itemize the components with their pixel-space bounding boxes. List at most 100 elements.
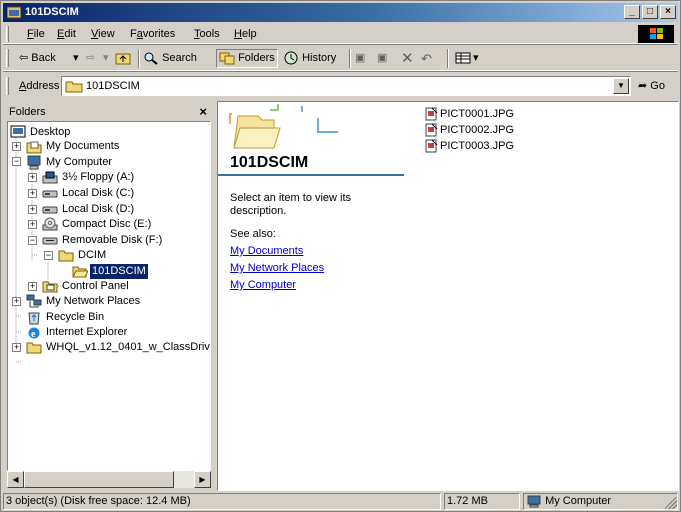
computer-icon bbox=[527, 495, 541, 508]
jpg-file-icon bbox=[425, 107, 438, 121]
up-folder-icon bbox=[115, 53, 131, 65]
address-bar: Address 101DSCIM ▼ ➦ Go bbox=[3, 74, 678, 98]
folder-tree-scrollbar[interactable]: ◀ ▶ bbox=[7, 471, 211, 488]
search-icon bbox=[144, 52, 158, 65]
folders-button[interactable]: Folders bbox=[216, 49, 278, 68]
expand-local-disk-d-button[interactable]: + bbox=[28, 205, 37, 214]
jpg-file-icon bbox=[425, 139, 438, 153]
forward-button[interactable]: ⇨ bbox=[86, 49, 95, 68]
menu-view[interactable]: View bbox=[91, 28, 115, 40]
collapse-dcim-button[interactable]: − bbox=[44, 251, 53, 260]
folder-heading: 101DSCIM bbox=[230, 154, 309, 171]
menu-tools[interactable]: Tools bbox=[194, 28, 220, 40]
maximize-button[interactable]: □ bbox=[642, 5, 658, 19]
addressbar-grip[interactable] bbox=[6, 77, 9, 95]
heading-rule bbox=[218, 174, 404, 176]
folder-banner-graphic bbox=[229, 104, 338, 149]
close-pane-icon[interactable]: × bbox=[199, 105, 207, 118]
control-panel-icon bbox=[42, 281, 58, 293]
recycle-bin-icon bbox=[28, 312, 40, 325]
removable-disk-icon bbox=[42, 237, 58, 245]
expand-my-documents-button[interactable]: + bbox=[12, 142, 21, 151]
collapse-removable-disk-button[interactable]: − bbox=[28, 236, 37, 245]
menu-favorites[interactable]: Favorites bbox=[130, 28, 175, 40]
my-documents-icon bbox=[26, 141, 42, 154]
menubar-grip[interactable] bbox=[6, 26, 9, 42]
search-button[interactable]: Search bbox=[143, 49, 197, 68]
see-also-label: See also: bbox=[230, 228, 276, 240]
views-icon bbox=[455, 52, 471, 64]
scroll-left-button[interactable]: ◀ bbox=[7, 471, 24, 488]
address-dropdown-button[interactable]: ▼ bbox=[613, 78, 629, 94]
toolbar-grip[interactable] bbox=[6, 49, 9, 67]
jpg-file-icon bbox=[425, 123, 438, 137]
address-label: Address bbox=[19, 80, 60, 92]
link-my-computer[interactable]: My Computer bbox=[230, 279, 296, 291]
delete-button[interactable]: ✕ bbox=[401, 49, 414, 68]
explorer-window: 101DSCIM _ □ × File Edit View Favorites … bbox=[0, 0, 681, 512]
menu-file[interactable]: File bbox=[27, 28, 45, 40]
history-button[interactable]: History bbox=[283, 49, 336, 68]
expand-floppy-button[interactable]: + bbox=[28, 173, 37, 182]
expand-my-network-places-button[interactable]: + bbox=[12, 297, 21, 306]
svg-text:e: e bbox=[31, 329, 36, 340]
folder-open-icon bbox=[72, 266, 88, 278]
computer-icon bbox=[27, 155, 41, 170]
scroll-thumb[interactable] bbox=[24, 471, 174, 488]
views-button[interactable] bbox=[455, 49, 471, 68]
up-folder-button[interactable] bbox=[115, 49, 131, 68]
link-my-network-places[interactable]: My Network Places bbox=[230, 262, 324, 274]
folder-icon bbox=[58, 250, 74, 262]
status-size: 1.72 MB bbox=[444, 493, 520, 510]
desktop-icon bbox=[10, 125, 26, 138]
expand-compact-disc-button[interactable]: + bbox=[28, 220, 37, 229]
status-zone: My Computer bbox=[523, 493, 678, 510]
move-to-button[interactable]: ▣ bbox=[355, 49, 365, 68]
back-dropdown[interactable]: ▾ bbox=[73, 49, 79, 68]
folders-icon bbox=[219, 52, 235, 65]
folders-pane-title: Folders bbox=[9, 106, 46, 118]
status-bar: 3 object(s) (Disk free space: 12.4 MB) 1… bbox=[3, 492, 678, 510]
description-text: Select an item to view its description. bbox=[230, 192, 352, 217]
close-button[interactable]: × bbox=[660, 5, 676, 19]
resize-grip[interactable] bbox=[665, 497, 677, 509]
status-object-count: 3 object(s) (Disk free space: 12.4 MB) bbox=[3, 493, 441, 510]
copy-to-button[interactable]: ▣ bbox=[377, 49, 387, 68]
go-arrow-icon: ➦ bbox=[638, 80, 648, 92]
title-bar[interactable]: 101DSCIM _ □ × bbox=[3, 3, 678, 22]
back-button[interactable]: ⇦ Back bbox=[19, 49, 56, 68]
forward-dropdown[interactable]: ▾ bbox=[103, 49, 109, 68]
scroll-right-button[interactable]: ▶ bbox=[194, 471, 211, 488]
history-icon bbox=[284, 51, 298, 65]
folders-pane: Folders × Desktop + My Documents − My Co… bbox=[3, 101, 213, 492]
address-input[interactable]: 101DSCIM ▼ bbox=[61, 76, 631, 96]
undo-button[interactable]: ↶ bbox=[421, 49, 432, 68]
hard-disk-icon bbox=[42, 190, 58, 198]
window-title: 101DSCIM bbox=[25, 6, 79, 18]
go-button[interactable]: ➦ Go bbox=[638, 79, 665, 92]
folder-window-icon bbox=[7, 6, 21, 19]
menu-help[interactable]: Help bbox=[234, 28, 257, 40]
folder-icon bbox=[26, 342, 42, 354]
folders-pane-header: Folders × bbox=[5, 103, 211, 121]
network-icon bbox=[26, 294, 42, 308]
expand-control-panel-button[interactable]: + bbox=[28, 282, 37, 291]
expand-local-disk-c-button[interactable]: + bbox=[28, 189, 37, 198]
address-value: 101DSCIM bbox=[86, 80, 140, 92]
folder-content-pane: 101DSCIM Select an item to view its desc… bbox=[217, 101, 679, 491]
windows-logo-icon bbox=[638, 25, 674, 43]
menu-edit[interactable]: Edit bbox=[57, 28, 76, 40]
folder-tree: Desktop + My Documents − My Computer + 3… bbox=[7, 121, 211, 471]
expand-whql-button[interactable]: + bbox=[12, 343, 21, 352]
floppy-drive-icon bbox=[42, 171, 58, 184]
menu-bar: File Edit View Favorites Tools Help bbox=[3, 24, 678, 44]
internet-explorer-icon: e bbox=[28, 327, 40, 340]
folder-icon bbox=[65, 81, 83, 93]
collapse-my-computer-button[interactable]: − bbox=[12, 157, 21, 166]
link-my-documents[interactable]: My Documents bbox=[230, 245, 303, 257]
cd-drive-icon bbox=[42, 217, 58, 231]
back-arrow-icon: ⇦ bbox=[19, 52, 29, 64]
views-dropdown[interactable]: ▾ bbox=[473, 49, 479, 68]
standard-toolbar: ⇦ Back ▾ ⇨ ▾ Search Folders History ▣ ▣ … bbox=[3, 46, 678, 71]
minimize-button[interactable]: _ bbox=[624, 5, 640, 19]
